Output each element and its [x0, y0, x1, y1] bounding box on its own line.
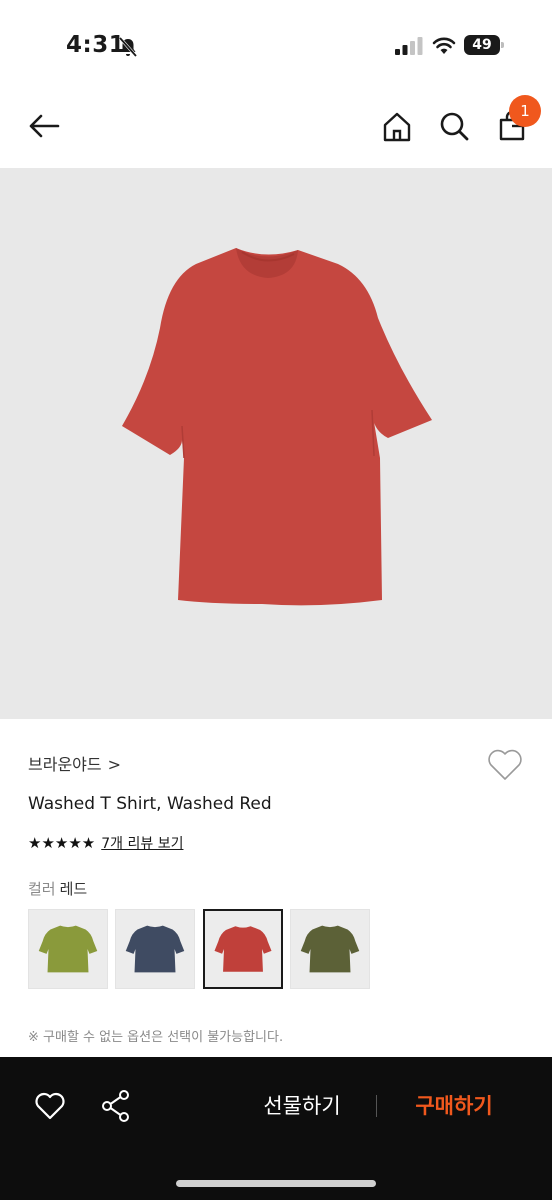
home-indicator[interactable]	[176, 1180, 376, 1187]
review-link[interactable]: 7개 리뷰 보기	[101, 833, 183, 853]
color-swatch-olive[interactable]	[28, 909, 108, 989]
color-value: 레드	[59, 880, 88, 898]
color-key: 컬러	[28, 880, 56, 898]
brand-link[interactable]: 브라운야드 >	[28, 751, 121, 775]
color-swatch-red-selected[interactable]	[203, 909, 283, 989]
chevron-right-icon: >	[107, 755, 122, 774]
t-shirt-image	[122, 248, 432, 606]
color-swatch-khaki[interactable]	[290, 909, 370, 989]
share-icon[interactable]	[100, 1089, 132, 1123]
product-name: Washed T Shirt, Washed Red	[28, 794, 272, 814]
cart-count-badge[interactable]: 1	[509, 95, 541, 127]
t-shirt-body	[122, 248, 432, 606]
home-icon[interactable]	[381, 111, 413, 143]
cellular-signal-icon	[395, 37, 423, 55]
rating-row: ★★★★★ 7개 리뷰 보기	[28, 832, 183, 854]
buy-button[interactable]: 구매하기	[398, 1089, 510, 1123]
back-arrow-icon[interactable]	[26, 112, 62, 140]
brand-name: 브라운야드	[28, 755, 102, 774]
bottom-action-bar: 선물하기 구매하기	[0, 1057, 552, 1200]
swatch-shirt-khaki	[300, 925, 360, 973]
search-icon[interactable]	[438, 110, 470, 142]
swatch-shirt-red	[214, 926, 272, 972]
bell-muted-icon	[118, 37, 138, 57]
swatch-shirt-navy	[125, 925, 185, 973]
product-image[interactable]	[0, 168, 552, 719]
color-option-label: 컬러 레드	[28, 878, 87, 899]
battery-tip	[501, 42, 504, 48]
heart-icon[interactable]	[34, 1091, 66, 1121]
battery-level: 49	[464, 35, 500, 55]
wifi-icon	[432, 37, 456, 54]
battery-indicator: 49	[464, 35, 504, 55]
status-bar: 4:31 49	[0, 0, 552, 90]
wishlist-heart-icon[interactable]	[486, 747, 524, 783]
swatch-shirt-olive	[38, 925, 98, 973]
gift-button[interactable]: 선물하기	[246, 1089, 358, 1123]
top-nav: 1	[0, 90, 552, 168]
option-notice: ※ 구매할 수 없는 옵션은 선택이 불가능합니다.	[28, 1030, 284, 1045]
color-swatch-navy[interactable]	[115, 909, 195, 989]
star-rating: ★★★★★	[28, 834, 96, 852]
bar-divider	[376, 1095, 377, 1117]
